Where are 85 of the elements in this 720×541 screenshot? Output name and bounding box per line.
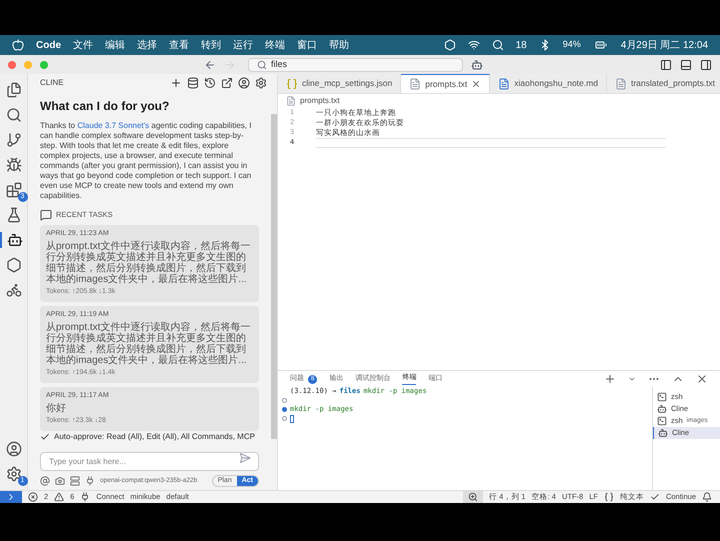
- extensions-icon[interactable]: [6, 182, 22, 198]
- menu-item[interactable]: 运行: [233, 38, 253, 52]
- intro-paragraph: Thanks to Claude 3.7 Sonnet's agentic coding capabilities, I can handle complex software development tasks step-by-step. With tools that let me create & edit files, explore complex projects, use a browser, and execute terminal commands (after you grant permission), I can assist you in ways that go beyond code completion or tech support. I can even use MCP to create new tools and extend my own capabilities.: [40, 120, 252, 200]
- check-icon[interactable]: [650, 492, 660, 502]
- account-icon[interactable]: [6, 441, 22, 457]
- account-icon[interactable]: [238, 77, 250, 90]
- zoom-icon: [468, 492, 478, 502]
- apple-icon[interactable]: [12, 39, 24, 51]
- task-text: 从prompt.txt文件中逐行读取内容，然后将每一行分别转换成英文描述并且补充更多文生图的细节描述，然后分别转换成图片，然后下载到本地的images文件夹中，最后在将这些图片...: [46, 322, 252, 366]
- app-menu[interactable]: Code: [36, 38, 61, 52]
- task-text: 从prompt.txt文件中逐行读取内容，然后将每一行分别转换成英文描述并且补充更多文生图的细节描述，然后分别转换成图片，然后下载到本地的images文件夹中，最后在将这些图片...: [46, 241, 252, 285]
- battery-icon[interactable]: [592, 39, 609, 51]
- braces-icon[interactable]: [604, 492, 614, 502]
- chat-history-icon: [40, 208, 52, 220]
- text-file-icon: [286, 96, 296, 106]
- at-sign-icon[interactable]: [40, 476, 50, 486]
- editor-tab[interactable]: xiaohongshu_note.md: [490, 74, 607, 93]
- remote-button[interactable]: [0, 491, 22, 503]
- sidebar-title: CLINE: [40, 77, 65, 90]
- panel-right-icon[interactable]: [700, 58, 712, 70]
- command-marker: [282, 398, 287, 403]
- terminal-icon: [657, 392, 667, 402]
- vpn-count[interactable]: 18: [516, 38, 527, 52]
- editor-tab[interactable]: prompts.txt: [401, 74, 490, 93]
- camera-icon[interactable]: [55, 476, 65, 486]
- menu-item[interactable]: 转到: [201, 38, 221, 52]
- menu-item[interactable]: 窗口: [297, 38, 317, 52]
- warning-icon[interactable]: [54, 492, 64, 502]
- flask-icon[interactable]: [6, 207, 22, 223]
- text-file-icon: [409, 78, 422, 90]
- notifications-icon[interactable]: [702, 492, 712, 502]
- history-icon[interactable]: [204, 77, 216, 90]
- editor-tab[interactable]: cline_mcp_settings.json: [278, 74, 402, 93]
- battery-percent: 94%: [562, 38, 581, 52]
- close-icon[interactable]: [696, 373, 708, 385]
- server-stack-icon[interactable]: [187, 77, 199, 90]
- menu-item[interactable]: 选择: [137, 38, 157, 52]
- terminal-icon: [657, 416, 667, 426]
- command-marker: [282, 407, 287, 412]
- panel-bottom-icon[interactable]: [680, 58, 692, 70]
- close-icon[interactable]: [471, 79, 482, 89]
- settings-icon[interactable]: [255, 77, 267, 90]
- robot-icon[interactable]: [6, 232, 22, 248]
- cyclist-icon[interactable]: [6, 282, 22, 298]
- robot-icon: [657, 404, 667, 414]
- welcome-heading: What can I do for you?: [40, 98, 170, 114]
- error-icon[interactable]: [28, 492, 38, 502]
- debug-icon[interactable]: [6, 157, 22, 173]
- branch-icon[interactable]: [6, 132, 22, 148]
- panel-left-icon[interactable]: [660, 58, 672, 70]
- chevron-down-icon[interactable]: [628, 375, 636, 383]
- search-icon: [257, 60, 267, 70]
- menu-item[interactable]: 帮助: [329, 38, 349, 52]
- plug-icon[interactable]: [85, 476, 95, 486]
- robot-icon: [658, 428, 668, 438]
- send-icon[interactable]: [239, 452, 251, 464]
- command-marker: [282, 416, 287, 421]
- settings-icon[interactable]: [6, 466, 22, 482]
- auto-approve-label[interactable]: Auto-approve: Read (All), Edit (All), All Commands, MCP: [54, 430, 255, 442]
- zoom-button[interactable]: [463, 491, 484, 503]
- menu-item[interactable]: 文件: [73, 38, 93, 52]
- plus-icon[interactable]: [170, 77, 182, 90]
- braces-icon: [286, 78, 298, 90]
- back-arrow-icon[interactable]: [204, 58, 216, 70]
- plus-icon[interactable]: [604, 373, 616, 385]
- task-input[interactable]: Type your task here...: [40, 452, 259, 470]
- auto-approve-checkbox[interactable]: [40, 432, 50, 442]
- files-icon[interactable]: [6, 82, 22, 98]
- text-file-icon: [614, 78, 627, 90]
- editor-tab[interactable]: translated_prompts.txt: [606, 74, 720, 93]
- server-icon[interactable]: [70, 476, 80, 486]
- external-link-icon[interactable]: [221, 77, 233, 90]
- plug-icon[interactable]: [80, 492, 90, 502]
- task-text: 你好: [46, 403, 67, 414]
- breadcrumb[interactable]: prompts.txt: [300, 95, 340, 107]
- menu-item[interactable]: 查看: [169, 38, 189, 52]
- search-icon[interactable]: [492, 39, 504, 51]
- model-link[interactable]: Claude 3.7 Sonnet's: [77, 120, 150, 130]
- menu-item[interactable]: 编辑: [105, 38, 125, 52]
- clock[interactable]: 4月29日 周二 12:04: [620, 38, 708, 52]
- markdown-file-icon: [498, 78, 510, 90]
- search-field[interactable]: files: [248, 58, 463, 72]
- menu-item[interactable]: 终端: [265, 38, 285, 52]
- scrollbar-thumb[interactable]: [271, 114, 277, 439]
- search-icon[interactable]: [6, 107, 22, 123]
